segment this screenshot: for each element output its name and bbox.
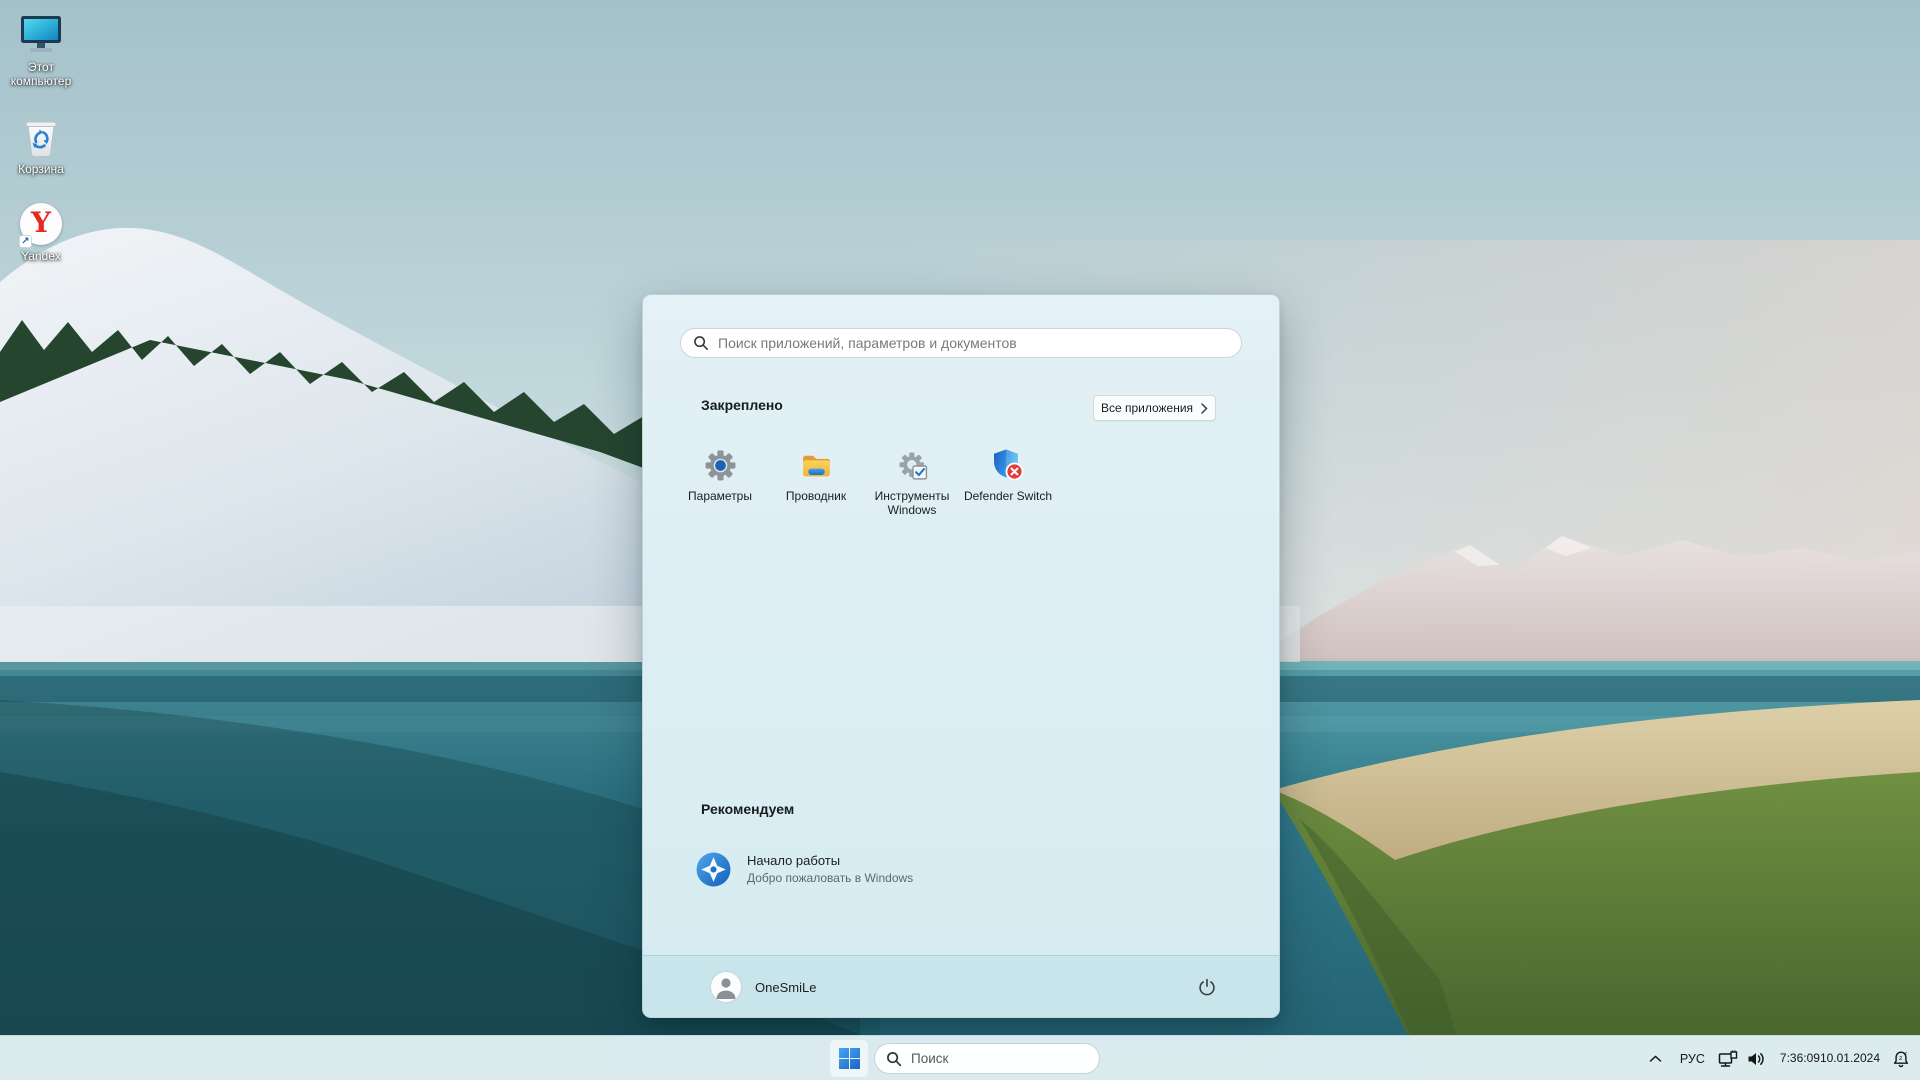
recommended-item-subtitle: Добро пожаловать в Windows — [747, 871, 913, 885]
start-menu-footer: OneSmiLe — [643, 955, 1279, 1017]
desktop-icon-this-pc[interactable]: Этот компьютер — [2, 8, 80, 94]
taskbar-search-box[interactable] — [874, 1043, 1100, 1074]
pinned-section-title: Закреплено — [701, 397, 783, 413]
pinned-app-explorer[interactable]: Проводник — [768, 439, 864, 531]
clock[interactable]: 7:36:09 10.01.2024 — [1770, 1040, 1888, 1078]
power-icon — [1197, 977, 1217, 997]
user-avatar-icon — [711, 972, 741, 1002]
taskbar: РУС 7:36:09 10.01.2024 — [0, 1035, 1920, 1080]
volume-button[interactable] — [1742, 1040, 1770, 1078]
get-started-icon — [695, 851, 732, 888]
recommended-item-get-started[interactable]: Начало работы Добро пожаловать в Windows — [683, 841, 983, 897]
defender-shield-icon — [991, 448, 1025, 482]
start-menu: Закреплено Все приложения — [642, 294, 1280, 1018]
user-profile-button[interactable]: OneSmiLe — [699, 967, 828, 1007]
shortcut-arrow-icon: ↗ — [19, 235, 32, 248]
pinned-apps-grid: Параметры Проводник — [672, 439, 1248, 531]
language-indicator[interactable]: РУС — [1671, 1040, 1714, 1078]
yandex-browser-icon: Y ↗ — [17, 202, 65, 246]
desktop: { "desktop": { "icons": [ { "label": "Эт… — [0, 0, 1920, 1080]
speaker-volume-icon — [1746, 1049, 1766, 1069]
chevron-right-icon — [1201, 403, 1208, 414]
user-name: OneSmiLe — [755, 980, 816, 995]
ethernet-network-icon — [1718, 1049, 1738, 1069]
taskbar-search-input[interactable] — [911, 1051, 1088, 1066]
windows-tools-gear-icon — [895, 448, 929, 482]
this-pc-icon — [17, 13, 65, 57]
pinned-app-settings[interactable]: Параметры — [672, 439, 768, 531]
pinned-app-defender-switch[interactable]: Defender Switch — [960, 439, 1056, 531]
desktop-icon-label: Yandex — [21, 250, 61, 264]
recommended-item-title: Начало работы — [747, 853, 913, 868]
network-button[interactable] — [1714, 1040, 1742, 1078]
svg-text:z: z — [1905, 1051, 1908, 1056]
settings-gear-icon — [703, 448, 737, 482]
power-button[interactable] — [1187, 967, 1227, 1007]
tray-time: 7:36:09 — [1780, 1051, 1820, 1066]
search-icon — [693, 335, 709, 351]
desktop-icon-label: Этот компьютер — [2, 61, 80, 89]
file-explorer-folder-icon — [799, 448, 833, 482]
all-apps-button[interactable]: Все приложения — [1093, 395, 1216, 421]
desktop-icon-yandex[interactable]: Y ↗ Yandex — [2, 197, 80, 269]
pinned-app-windows-tools[interactable]: Инструменты Windows — [864, 439, 960, 531]
search-icon — [886, 1051, 902, 1067]
start-button[interactable] — [830, 1040, 868, 1077]
hidden-icons-button[interactable] — [1641, 1040, 1671, 1078]
desktop-icon-recycle-bin[interactable]: Корзина — [2, 110, 80, 182]
start-menu-search-box[interactable] — [680, 328, 1242, 358]
recommended-section-title: Рекомендуем — [701, 801, 794, 817]
windows-logo-icon — [839, 1048, 860, 1069]
start-menu-search-input[interactable] — [718, 335, 1229, 351]
desktop-icon-list: Этот компьютер Корзина — [2, 8, 80, 285]
system-tray: РУС 7:36:09 10.01.2024 — [1641, 1036, 1914, 1080]
svg-text:z: z — [1899, 1054, 1903, 1062]
recycle-bin-icon — [17, 115, 65, 159]
desktop-icon-label: Корзина — [18, 163, 64, 177]
chevron-up-icon — [1648, 1052, 1663, 1065]
tray-date: 10.01.2024 — [1820, 1051, 1880, 1066]
notification-center-button[interactable]: z z — [1888, 1040, 1914, 1078]
notification-bell-icon: z z — [1891, 1049, 1911, 1069]
